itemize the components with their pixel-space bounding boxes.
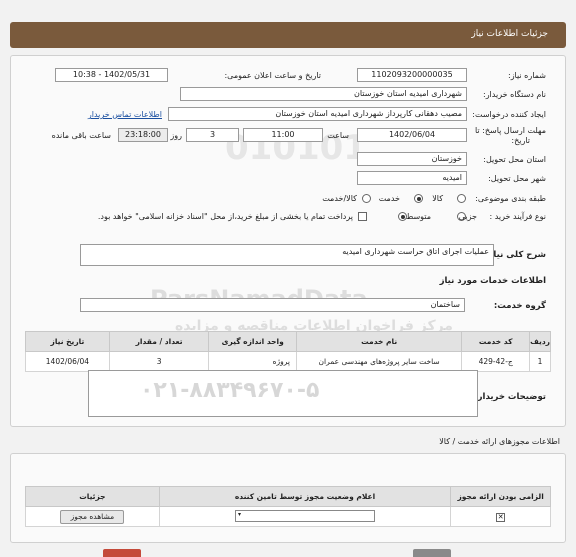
cell-row: 1	[529, 351, 551, 372]
cell-quantity: 3	[108, 351, 210, 372]
deadline-label: مهلت ارسال پاسخ: تا	[474, 126, 546, 135]
cell-need-date: 1402/06/04	[25, 351, 110, 372]
table-row: ✕ ▾ مشاهده مجوز	[25, 506, 551, 527]
permit-status-select[interactable]: ▾	[235, 509, 376, 522]
need-number-label: شماره نیاز:	[508, 71, 546, 80]
deadline-time-field: 11:00	[243, 128, 323, 142]
category-option-goods: کالا	[432, 194, 443, 203]
city-label: شهر محل تحویل:	[488, 174, 546, 183]
col-permit-details: جزئیات	[25, 486, 160, 507]
category-radio-goods[interactable]	[457, 194, 466, 203]
cell-service-name: ساخت سایر پروژه‌های مهندسی عمران	[296, 351, 463, 372]
col-unit: واحد اندازه گیری	[208, 331, 298, 352]
days-field: 3	[186, 128, 239, 142]
buyer-notes-box	[88, 370, 478, 417]
col-quantity: تعداد / مقدار	[108, 331, 210, 352]
permits-table: الزامی بودن ارائه مجوز اعلام وضعیت مجوز …	[25, 486, 551, 527]
services-table-header: ردیف کد خدمت نام خدمت واحد اندازه گیری ت…	[25, 331, 551, 352]
category-label: طبقه بندی موضوعی:	[475, 194, 546, 203]
cell-permit-status: ▾	[158, 506, 452, 527]
payment-note: پرداخت تمام یا بخشی از مبلغ خرید،از محل …	[97, 212, 353, 221]
cell-unit: پروژه	[208, 351, 298, 372]
process-option-medium: متوسط	[405, 212, 431, 221]
cell-permit-details: مشاهده مجوز	[25, 506, 160, 527]
chevron-down-icon: ▾	[238, 510, 242, 518]
city-field: امیدیه	[357, 171, 467, 185]
buyer-notes-label: توضیحات خریدار:	[474, 392, 546, 402]
category-radio-service[interactable]	[414, 194, 423, 203]
remaining-label: ساعت باقی مانده	[51, 131, 111, 140]
deadline-time-label: ساعت	[327, 131, 349, 140]
summary-label: شرح کلی نیاز:	[485, 250, 546, 260]
creator-field: مصیب دهقانی کارپرداز شهرداری امیدیه استا…	[168, 107, 467, 121]
view-permit-button[interactable]: مشاهده مجوز	[60, 509, 125, 524]
col-service-name: نام خدمت	[296, 331, 463, 352]
col-row: ردیف	[529, 331, 551, 352]
col-service-code: کد خدمت	[461, 331, 531, 352]
services-table: ردیف کد خدمت نام خدمت واحد اندازه گیری ت…	[25, 331, 551, 372]
deadline-date-field: 1402/06/04	[357, 128, 467, 142]
back-button[interactable]	[413, 549, 451, 557]
page-header: جزئیات اطلاعات نیاز	[10, 22, 566, 48]
service-group-label: گروه خدمت:	[493, 301, 546, 311]
province-field: خوزستان	[357, 152, 467, 166]
creator-label: ایجاد کننده درخواست:	[472, 110, 546, 119]
category-radio-goods-service[interactable]	[362, 194, 371, 203]
cell-service-code: ج-42-429	[461, 351, 531, 372]
buyer-org-label: نام دستگاه خریدار:	[483, 90, 546, 99]
checkbox-icon[interactable]: ✕	[496, 512, 506, 522]
buyer-org-field: شهرداری امیدیه استان خوزستان	[180, 87, 467, 101]
print-button[interactable]	[103, 549, 141, 557]
summary-field: عملیات اجرای اتاق حراست شهرداری امیدیه	[80, 244, 494, 266]
permits-section-title: اطلاعات مجوزهای ارائه خدمت / کالا	[439, 437, 560, 446]
announce-label: تاریخ و ساعت اعلان عمومی:	[224, 71, 321, 80]
process-option-minor: جزیی	[458, 212, 477, 221]
col-need-date: تاریخ نیاز	[25, 331, 110, 352]
remaining-time-field: 23:18:00	[118, 128, 168, 142]
category-option-service: خدمت	[378, 194, 400, 203]
table-row: 1 ج-42-429 ساخت سایر پروژه‌های مهندسی عم…	[25, 351, 551, 372]
process-label: نوع فرآیند خرید :	[489, 212, 546, 221]
col-permit-required: الزامی بودن ارائه مجوز	[450, 486, 551, 507]
deadline-label-date: تاریخ:	[511, 136, 530, 145]
treasury-payment-checkbox[interactable]	[358, 212, 367, 221]
permits-table-header: الزامی بودن ارائه مجوز اعلام وضعیت مجوز …	[25, 486, 551, 507]
announce-field: 1402/05/31 - 10:38	[55, 68, 168, 82]
services-section-title: اطلاعات خدمات مورد نیاز	[439, 276, 546, 286]
col-permit-status: اعلام وضعیت مجوز توسط تامین کننده	[158, 486, 452, 507]
service-group-field: ساختمان	[80, 298, 465, 312]
contact-buyer-link[interactable]: اطلاعات تماس خریدار	[88, 110, 162, 119]
need-number-field: 1102093200000035	[357, 68, 467, 82]
page-title: جزئیات اطلاعات نیاز	[471, 29, 548, 39]
province-label: استان محل تحویل:	[483, 155, 546, 164]
category-option-goods-service: کالا/خدمت	[322, 194, 357, 203]
cell-permit-required: ✕	[450, 506, 551, 527]
